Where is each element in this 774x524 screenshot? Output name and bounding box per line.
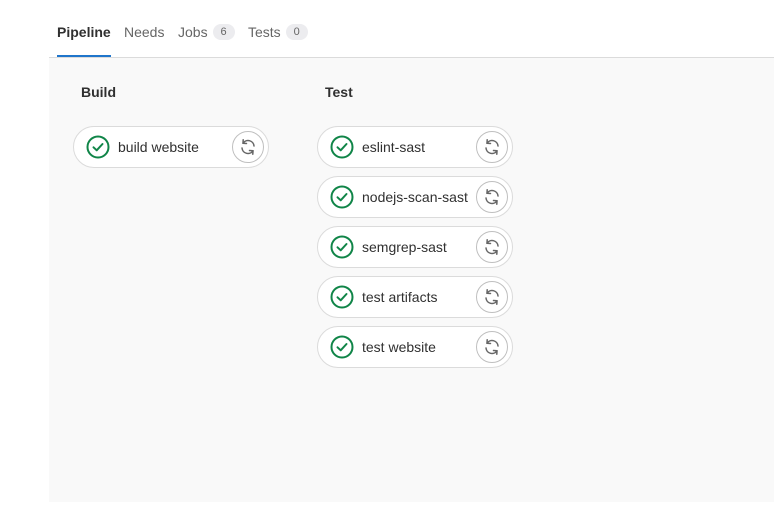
retry-icon[interactable] <box>476 131 508 163</box>
job-test-artifacts[interactable]: test artifacts <box>317 276 513 318</box>
job-name: semgrep-sast <box>362 239 447 255</box>
job-nodejs-scan-sast[interactable]: nodejs-scan-sast <box>317 176 513 218</box>
tab-needs[interactable]: Needs <box>124 24 164 57</box>
job-test-website[interactable]: test website <box>317 326 513 368</box>
job-name: test website <box>362 339 436 355</box>
success-status-icon <box>330 335 354 359</box>
tab-jobs[interactable]: Jobs 6 <box>178 24 235 57</box>
success-status-icon <box>330 135 354 159</box>
job-name: build website <box>118 139 199 155</box>
tab-needs-label: Needs <box>124 24 165 40</box>
success-status-icon <box>330 185 354 209</box>
retry-icon[interactable] <box>476 231 508 263</box>
job-eslint-sast[interactable]: eslint-sast <box>317 126 513 168</box>
tab-jobs-label: Jobs <box>178 24 208 40</box>
job-semgrep-sast[interactable]: semgrep-sast <box>317 226 513 268</box>
stage-title-build: Build <box>81 84 116 100</box>
retry-icon[interactable] <box>476 281 508 313</box>
retry-icon[interactable] <box>232 131 264 163</box>
pipeline-graph: Build Test build website eslint-sast nod… <box>49 58 774 502</box>
tests-count-badge: 0 <box>285 24 308 40</box>
job-name: nodejs-scan-sast <box>362 189 468 205</box>
job-name: eslint-sast <box>362 139 426 155</box>
jobs-count-badge: 6 <box>212 24 235 40</box>
tab-pipeline[interactable]: Pipeline <box>57 24 111 57</box>
job-name: test artifacts <box>362 289 438 305</box>
stage-title-test: Test <box>325 84 353 100</box>
job-build-website[interactable]: build website <box>73 126 269 168</box>
tab-tests[interactable]: Tests 0 <box>248 24 308 57</box>
retry-icon[interactable] <box>476 181 508 213</box>
pipeline-tabs: Pipeline Needs Jobs 6 Tests 0 <box>49 0 774 58</box>
success-status-icon <box>330 285 354 309</box>
success-status-icon <box>330 235 354 259</box>
retry-icon[interactable] <box>476 331 508 363</box>
tab-pipeline-label: Pipeline <box>57 24 111 40</box>
success-status-icon <box>86 135 110 159</box>
tab-tests-label: Tests <box>248 24 281 40</box>
